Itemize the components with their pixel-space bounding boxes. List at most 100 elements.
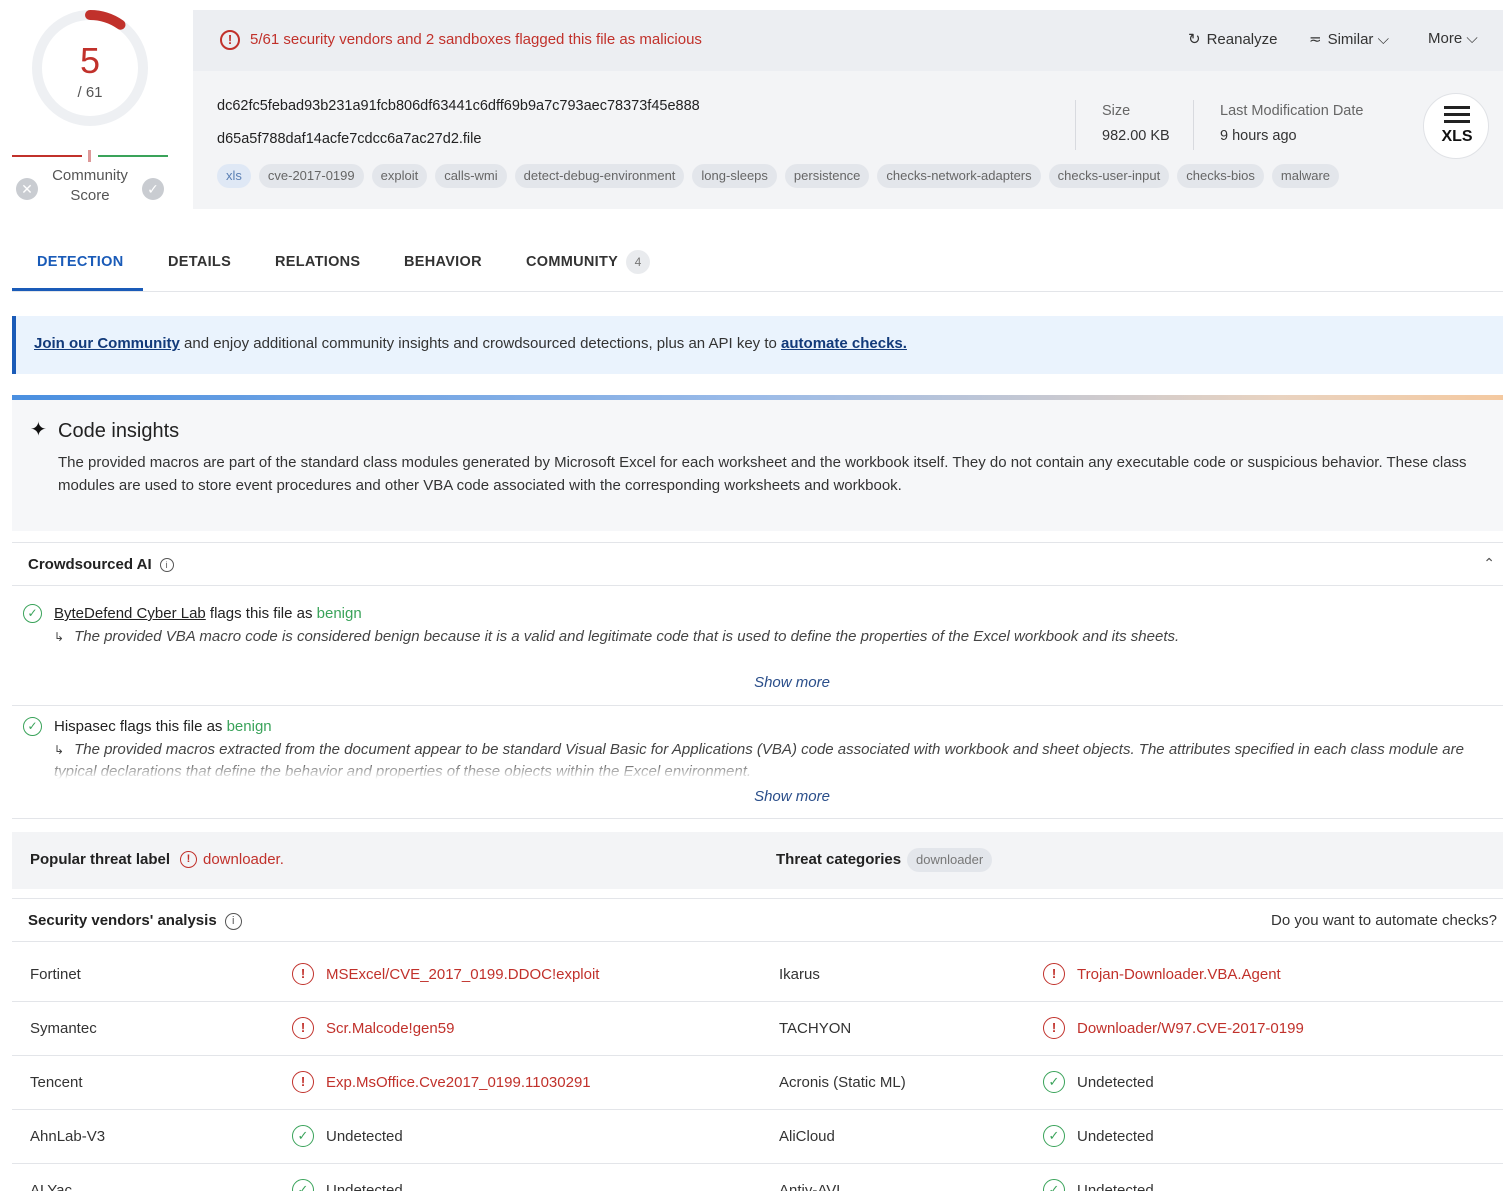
vendor-result: Undetected [1077, 1182, 1154, 1191]
ai-source-link[interactable]: ByteDefend Cyber Lab [54, 605, 206, 622]
tag-long-sleeps[interactable]: long-sleeps [692, 164, 777, 188]
vendor-table: Fortinet! MSExcel/CVE_2017_0199.DDOC!expl… [12, 948, 1503, 1191]
vendor-result: Undetected [1077, 1074, 1154, 1091]
similar-icon: ≂ [1309, 31, 1322, 48]
show-more-link[interactable]: Show more [12, 674, 1503, 691]
chevron-up-icon[interactable]: ⌃ [1483, 555, 1495, 572]
community-count-badge: 4 [626, 250, 651, 274]
vendor-result: Undetected [326, 1128, 403, 1145]
modification-date-label: Last Modification Date [1220, 103, 1364, 119]
file-name[interactable]: d65a5f788daf14acfe7cdcc6a7ac27d2.file [217, 131, 481, 147]
vendor-name: TACHYON [779, 1020, 852, 1037]
benign-check-icon: ✓ [23, 717, 42, 736]
vendor-result: Trojan-Downloader.VBA.Agent [1077, 966, 1281, 983]
tag-cve-2017-0199[interactable]: cve-2017-0199 [258, 164, 364, 188]
size-value: 982.00 KB [1102, 128, 1170, 144]
warning-icon: ! [180, 851, 197, 868]
vendor-row: ALYac ✓ Undetected Antiy-AVL ✓ Undetected [12, 1164, 1503, 1191]
threat-categories-label: Threat categories [776, 851, 902, 868]
alert-text: 5/61 security vendors and 2 sandboxes fl… [250, 31, 702, 48]
vendor-row: Tencent! Exp.MsOffice.Cve2017_0199.110302… [12, 1056, 1503, 1110]
vendor-name: Antiy-AVL [779, 1182, 845, 1191]
vendor-result: MSExcel/CVE_2017_0199.DDOC!exploit [326, 966, 600, 983]
more-dropdown[interactable]: More ⌵ [1428, 30, 1478, 47]
ai-description: ↳ The provided VBA macro code is consider… [54, 628, 1180, 645]
undetected-check-icon: ✓ [1043, 1125, 1065, 1147]
vote-malicious-icon[interactable]: ✕ [16, 178, 38, 200]
join-community-link[interactable]: Join our Community [34, 335, 180, 352]
tag-checks-bios[interactable]: checks-bios [1177, 164, 1264, 188]
similar-dropdown[interactable]: ≂ Similar ⌵ [1309, 30, 1389, 48]
popular-threat-value[interactable]: downloader. [203, 851, 284, 868]
code-insights-panel: ✦ Code insights The provided macros are … [12, 395, 1503, 531]
tab-bar: DETECTION DETAILS RELATIONS BEHAVIOR COM… [12, 240, 1503, 292]
modification-date-value: 9 hours ago [1220, 128, 1297, 144]
malicious-alert-icon: ! [292, 963, 314, 985]
vendor-name: Ikarus [779, 966, 820, 983]
crowdsourced-ai-item: ✓ ByteDefend Cyber Lab flags this file a… [12, 586, 1503, 706]
vendor-row: Symantec! Scr.Malcode!gen59 TACHYON! Downlo… [12, 1002, 1503, 1056]
automate-checks-link[interactable]: Do you want to automate checks? [1271, 912, 1497, 929]
vendors-analysis-header: Security vendors' analysis i Do you want … [12, 898, 1503, 942]
reply-arrow-icon: ↳ [54, 743, 65, 757]
crowdsourced-ai-item: ✓ Hispasec flags this file as benign ↳ Th… [12, 706, 1503, 819]
undetected-check-icon: ✓ [1043, 1179, 1065, 1191]
tag-detect-debug-environment[interactable]: detect-debug-environment [514, 164, 685, 188]
verdict: benign [316, 605, 362, 622]
detection-score: 5 [79, 40, 101, 81]
automate-checks-link[interactable]: automate checks. [781, 335, 907, 352]
ai-description: ↳ The provided macros extracted from the … [54, 741, 1464, 779]
tag-list: xls cve-2017-0199 exploit calls-wmi detect-d… [217, 164, 1340, 188]
tab-detection[interactable]: DETECTION [37, 254, 123, 270]
tag-malware[interactable]: malware [1271, 164, 1340, 188]
malicious-alert-icon: ! [292, 1071, 314, 1093]
vendor-result: Undetected [1077, 1128, 1154, 1145]
vendor-result: Scr.Malcode!gen59 [326, 1020, 455, 1037]
crowdsourced-ai-header[interactable]: Crowdsourced AI i ⌃ [12, 542, 1503, 586]
file-hash[interactable]: dc62fc5febad93b231a91fcb806df63441c6dff6… [217, 98, 700, 114]
undetected-check-icon: ✓ [292, 1125, 314, 1147]
vote-harmless-icon[interactable]: ✓ [142, 178, 164, 200]
tag-exploit[interactable]: exploit [371, 164, 428, 188]
tag-xls[interactable]: xls [217, 164, 251, 188]
code-insights-body: The provided macros are part of the stan… [58, 454, 1467, 494]
tab-community[interactable]: COMMUNITY 4 [526, 250, 651, 274]
community-score-label: Community Score [52, 167, 128, 204]
vendor-result: Undetected [326, 1182, 403, 1191]
join-community-banner: Join our Community and enjoy additional … [12, 316, 1503, 374]
spreadsheet-icon [1444, 106, 1470, 124]
tag-checks-user-input[interactable]: checks-user-input [1048, 164, 1170, 188]
benign-check-icon: ✓ [23, 604, 42, 623]
vendor-name: Tencent [30, 1074, 83, 1091]
divider [1075, 100, 1076, 150]
popular-threat-label: Popular threat label [30, 851, 171, 868]
info-icon[interactable]: i [159, 558, 174, 573]
tab-relations[interactable]: RELATIONS [275, 254, 360, 270]
ai-source-name: Hispasec [54, 718, 116, 735]
code-insights-title: Code insights [58, 420, 180, 442]
alert-bar: ! 5/61 security vendors and 2 sandboxes … [193, 10, 1503, 71]
tab-behavior[interactable]: BEHAVIOR [404, 254, 482, 270]
show-more-link[interactable]: Show more [12, 788, 1503, 805]
threat-category-tag[interactable]: downloader [907, 848, 993, 872]
sparkle-icon: ✦ [30, 419, 47, 441]
chevron-down-icon: ⌵ [1462, 30, 1478, 47]
reanalyze-button[interactable]: ↻ Reanalyze [1188, 30, 1277, 48]
chevron-down-icon: ⌵ [1373, 31, 1389, 48]
tag-checks-network-adapters[interactable]: checks-network-adapters [877, 164, 1041, 188]
vendor-result: Exp.MsOffice.Cve2017_0199.11030291 [326, 1074, 591, 1091]
vendor-name: AhnLab-V3 [30, 1128, 106, 1145]
tab-details[interactable]: DETAILS [168, 254, 231, 270]
alert-icon: ! [220, 30, 240, 50]
vendor-name: Acronis (Static ML) [779, 1074, 906, 1091]
info-icon[interactable]: i [224, 912, 242, 930]
threat-label-panel: Popular threat label ! downloader. Threa… [12, 832, 1503, 889]
vendor-row: AhnLab-V3 ✓ Undetected AliCloud ✓ Undetected [12, 1110, 1503, 1164]
tag-persistence[interactable]: persistence [784, 164, 870, 188]
undetected-check-icon: ✓ [292, 1179, 314, 1191]
tag-calls-wmi[interactable]: calls-wmi [435, 164, 507, 188]
vendor-name: AliCloud [779, 1128, 835, 1145]
malicious-alert-icon: ! [1043, 963, 1065, 985]
gradient-bar [12, 395, 1503, 400]
vendor-result: Downloader/W97.CVE-2017-0199 [1077, 1020, 1304, 1037]
